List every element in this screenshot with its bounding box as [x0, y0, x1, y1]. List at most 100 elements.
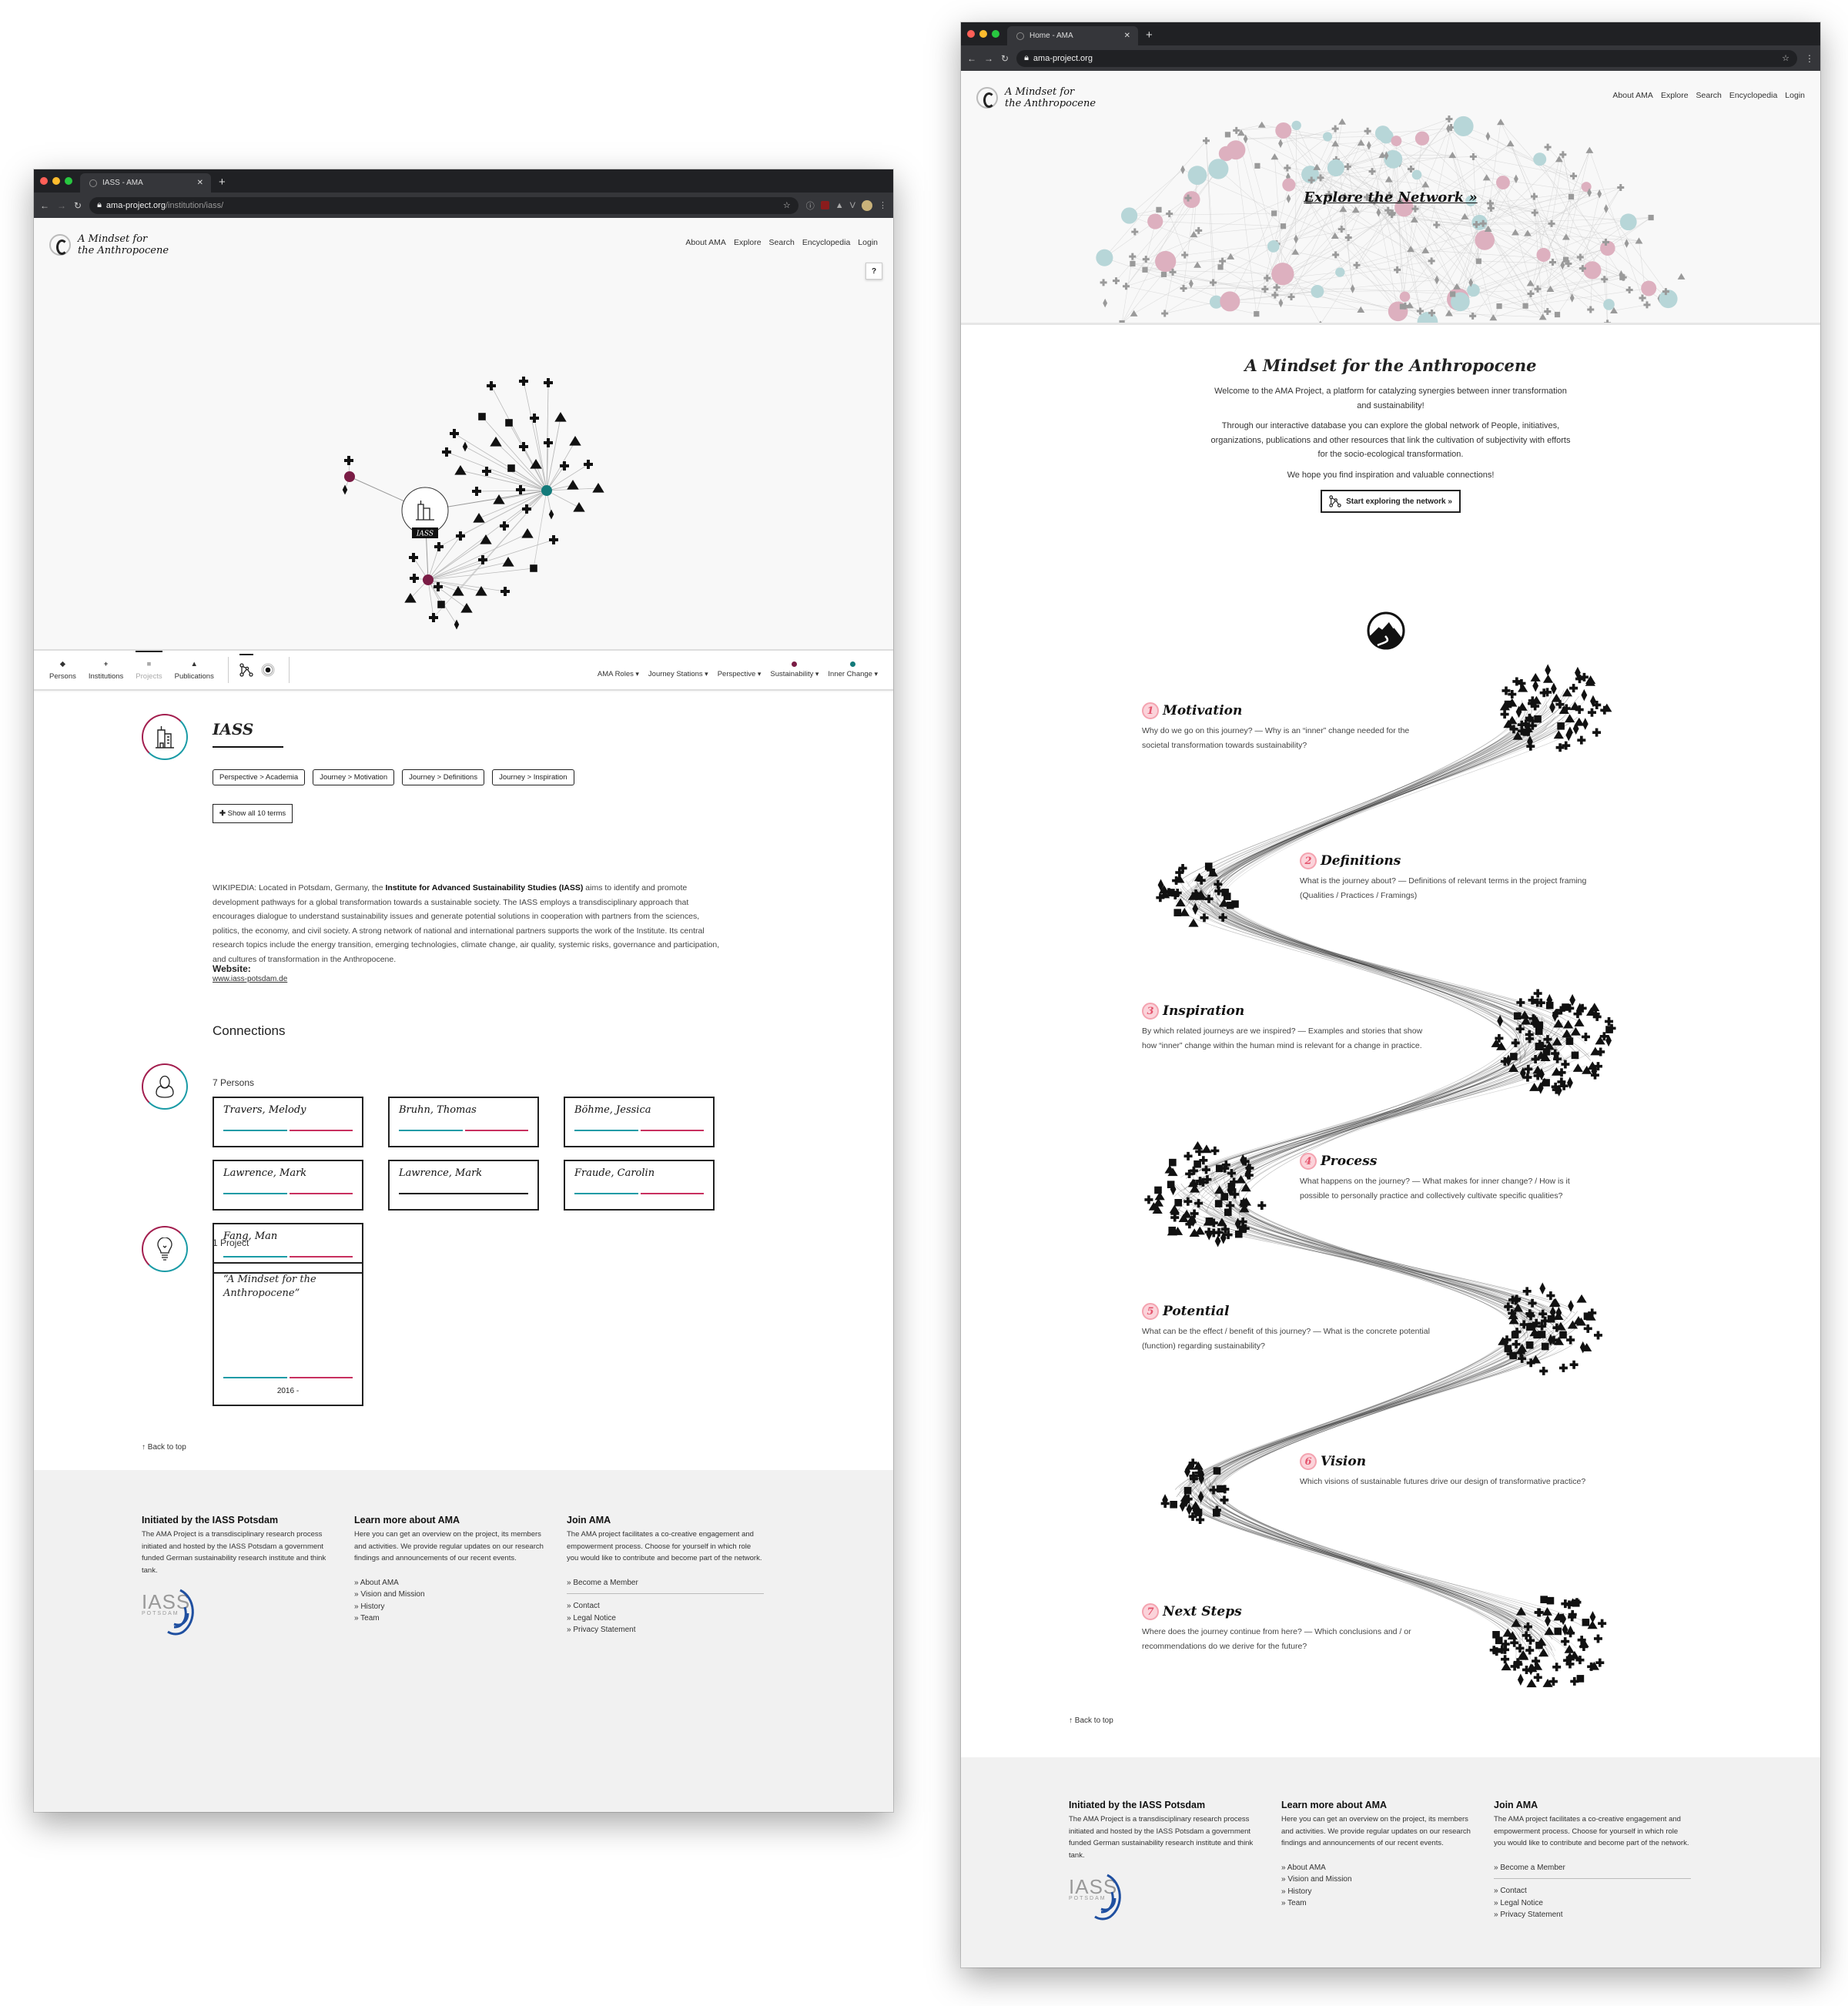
footer-link-history[interactable]: » History: [1281, 1886, 1478, 1898]
tag-chip[interactable]: Journey > Motivation: [313, 769, 395, 785]
person-card[interactable]: Bruhn, Thomas: [388, 1097, 539, 1147]
footer-link-team[interactable]: » Team: [354, 1613, 551, 1625]
back-icon[interactable]: ←: [40, 200, 49, 211]
reload-icon[interactable]: ↻: [74, 200, 82, 211]
menu-kebab-icon[interactable]: ⋮: [1805, 53, 1814, 64]
forward-icon[interactable]: →: [57, 200, 66, 211]
footer-link-about[interactable]: » About AMA: [354, 1577, 551, 1589]
bookmark-star-icon[interactable]: ☆: [1782, 53, 1789, 63]
project-card[interactable]: “A Mindset for the Anthropocene” 2016 -: [213, 1262, 363, 1406]
footer-link-vision[interactable]: » Vision and Mission: [354, 1589, 551, 1601]
journey-station-inspiration[interactable]: 3 Inspiration By which related journeys ar…: [1142, 1003, 1435, 1053]
reload-icon[interactable]: ↻: [1001, 53, 1009, 64]
nav-search[interactable]: Search: [1696, 91, 1722, 100]
minimize-window-button[interactable]: [979, 30, 987, 38]
show-all-terms-button[interactable]: ✚ Show all 10 terms: [213, 804, 293, 823]
tag-chip[interactable]: Journey > Inspiration: [492, 769, 574, 785]
person-name: Lawrence, Mark: [399, 1167, 483, 1179]
close-tab-icon[interactable]: ✕: [1124, 32, 1130, 40]
browser-tab[interactable]: Home - AMA ✕: [1007, 26, 1138, 45]
journey-station-potential[interactable]: 5 Potential What can be the effect / benef…: [1142, 1303, 1435, 1353]
network-view-icon: [1329, 495, 1341, 507]
footer-link-contact[interactable]: » Contact: [567, 1600, 764, 1613]
nav-explore[interactable]: Explore: [734, 238, 762, 247]
graph-edge: [1448, 128, 1574, 176]
iass-logo[interactable]: IASS POTSDAM: [142, 1589, 211, 1636]
network-view-button[interactable]: [239, 654, 253, 677]
site-logo[interactable]: A Mindset for the Anthropocene: [976, 86, 1096, 109]
dropdown-ama-roles[interactable]: AMA Roles: [598, 661, 639, 678]
maximize-window-button[interactable]: [992, 30, 999, 38]
dropdown-inner-change[interactable]: Inner Change: [828, 661, 878, 678]
footer-link-legal[interactable]: » Legal Notice: [567, 1613, 764, 1625]
ublock-extension-icon[interactable]: [820, 201, 829, 209]
footer-link-team[interactable]: » Team: [1281, 1897, 1478, 1910]
start-exploring-button[interactable]: Start exploring the network »: [1321, 490, 1461, 513]
journey-station-definitions[interactable]: 2 Definitions What is the journey about? —…: [1300, 852, 1592, 903]
close-window-button[interactable]: [967, 30, 975, 38]
nav-about[interactable]: About AMA: [1612, 91, 1653, 100]
website-link[interactable]: www.iass-potsdam.de: [213, 975, 287, 983]
footer-link-history[interactable]: » History: [354, 1601, 551, 1613]
nav-explore[interactable]: Explore: [1661, 91, 1689, 100]
nav-encyclopedia[interactable]: Encyclopedia: [802, 238, 850, 247]
footer-link-vision[interactable]: » Vision and Mission: [1281, 1874, 1478, 1886]
nav-search[interactable]: Search: [769, 238, 795, 247]
tag-chip[interactable]: Perspective > Academia: [213, 769, 306, 785]
back-icon[interactable]: ←: [967, 53, 976, 64]
address-bar[interactable]: 🔒︎ ama-project.org ☆: [1016, 49, 1797, 67]
footer-link-privacy[interactable]: » Privacy Statement: [567, 1624, 764, 1636]
focused-institution-node[interactable]: [401, 487, 449, 534]
dropdown-sustainability[interactable]: Sustainability: [770, 661, 819, 678]
journey-station-next-steps[interactable]: 7 Next Steps Where does the journey contin…: [1142, 1603, 1435, 1653]
nav-about[interactable]: About AMA: [685, 238, 726, 247]
footer-link-about[interactable]: » About AMA: [1281, 1862, 1478, 1874]
nav-login[interactable]: Login: [1785, 91, 1805, 100]
footer-link-member[interactable]: » Become a Member: [1494, 1862, 1691, 1874]
nav-login[interactable]: Login: [858, 238, 878, 247]
browser-tab[interactable]: IASS - AMA ✕: [80, 173, 211, 193]
back-to-top-link[interactable]: ↑ Back to top: [142, 1443, 186, 1452]
info-extension-icon[interactable]: ⓘ: [806, 199, 815, 212]
footer-link-privacy[interactable]: » Privacy Statement: [1494, 1909, 1691, 1921]
drive-extension-icon[interactable]: ▲: [835, 201, 844, 210]
person-card[interactable]: Lawrence, Mark: [388, 1160, 539, 1211]
person-card[interactable]: Lawrence, Mark: [213, 1160, 363, 1211]
profile-avatar[interactable]: [862, 199, 872, 211]
bookmark-star-icon[interactable]: ☆: [783, 200, 791, 210]
journey-station-process[interactable]: 4 Process What happens on the journey? — W…: [1300, 1153, 1592, 1203]
maximize-window-button[interactable]: [65, 177, 72, 185]
iass-logo[interactable]: IASS POTSDAM: [1069, 1874, 1138, 1921]
journey-station-motivation[interactable]: 1 Motivation Why do we go on this journey?…: [1142, 702, 1435, 752]
filter-publications[interactable]: ▲ Publications: [175, 660, 214, 681]
close-tab-icon[interactable]: ✕: [197, 179, 203, 187]
address-bar[interactable]: 🔒︎ ama-project.org/institution/iass/ ☆: [89, 196, 798, 214]
dropdown-perspective[interactable]: Perspective: [718, 661, 762, 678]
filter-persons[interactable]: ◆ Persons: [49, 660, 76, 681]
nav-encyclopedia[interactable]: Encyclopedia: [1729, 91, 1777, 100]
network-graph[interactable]: IASS: [34, 218, 893, 649]
person-card[interactable]: Travers, Melody: [213, 1097, 363, 1147]
footer-link-member[interactable]: » Become a Member: [567, 1577, 764, 1589]
footer-link-legal[interactable]: » Legal Notice: [1494, 1897, 1691, 1910]
vue-extension-icon[interactable]: V: [850, 201, 855, 210]
explore-network-link[interactable]: Explore the Network »: [961, 189, 1820, 206]
back-to-top-link[interactable]: ↑ Back to top: [1069, 1716, 1113, 1725]
person-card[interactable]: Böhme, Jessica: [564, 1097, 715, 1147]
minimize-window-button[interactable]: [52, 177, 60, 185]
person-card[interactable]: Fraude, Carolin: [564, 1160, 715, 1211]
dropdown-journey-stations[interactable]: Journey Stations: [648, 661, 708, 678]
tag-chip[interactable]: Journey > Definitions: [402, 769, 485, 785]
filter-projects[interactable]: ■ Projects: [136, 650, 162, 681]
focus-view-button[interactable]: [261, 663, 275, 677]
close-window-button[interactable]: [40, 177, 48, 185]
new-tab-button[interactable]: +: [219, 176, 226, 189]
new-tab-button[interactable]: +: [1146, 28, 1153, 42]
forward-icon[interactable]: →: [984, 53, 993, 64]
footer-link-contact[interactable]: » Contact: [1494, 1885, 1691, 1897]
journey-station-vision[interactable]: 6 Vision Which visions of sustainable futu…: [1300, 1453, 1592, 1489]
filter-institutions[interactable]: + Institutions: [89, 660, 123, 681]
menu-kebab-icon[interactable]: ⋮: [879, 200, 887, 210]
site-logo[interactable]: A Mindset for the Anthropocene: [49, 233, 169, 256]
desc-prefix: WIKIPEDIA: Located in Potsdam, Germany, …: [213, 883, 386, 892]
